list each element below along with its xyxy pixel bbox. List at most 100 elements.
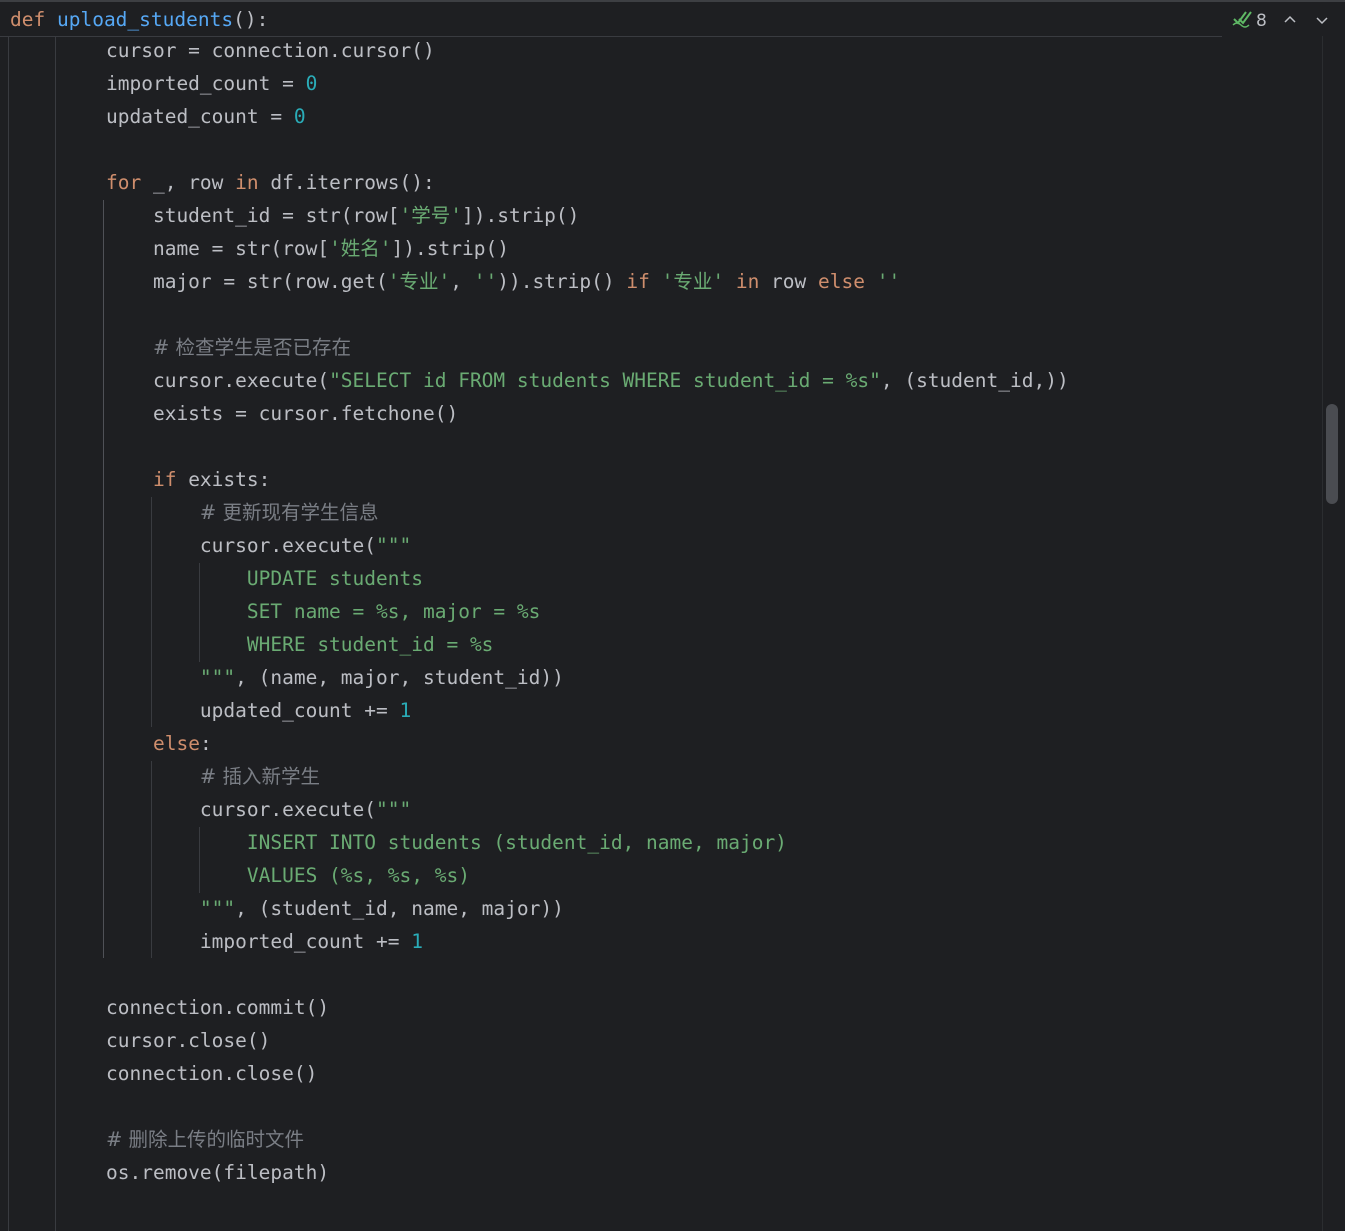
code-token-kw: if	[626, 270, 650, 293]
code-token-cm: # 检查学生是否已存在	[152, 336, 352, 359]
code-token: imported_count +=	[106, 930, 412, 953]
code-token-kw: in	[235, 171, 259, 194]
scrollbar-thumb[interactable]	[1326, 404, 1338, 504]
def-keyword: def	[10, 8, 46, 31]
function-name[interactable]: upload_students	[57, 8, 233, 31]
code-line[interactable]: updated_count = 0	[106, 100, 306, 133]
code-line[interactable]: VALUES (%s, %s, %s)	[106, 859, 470, 892]
code-line[interactable]: exists = cursor.fetchone()	[106, 397, 458, 430]
code-token-num: 0	[293, 105, 306, 128]
code-token-str: '学号'	[399, 204, 462, 227]
code-token: cursor.execute(	[106, 798, 377, 821]
code-token-num: 1	[411, 930, 423, 953]
code-line[interactable]: # 插入新学生	[106, 760, 320, 793]
code-line[interactable]: # 更新现有学生信息	[106, 496, 379, 529]
double-check-icon[interactable]	[1232, 8, 1254, 33]
sticky-header-line[interactable]: def upload_students():	[10, 8, 268, 31]
code-token-str: VALUES (%s, %s, %s)	[106, 864, 470, 887]
code-line[interactable]: UPDATE students	[106, 562, 423, 595]
code-token: student_id = str(row[	[106, 204, 400, 227]
code-line[interactable]: cursor.execute("""	[106, 793, 411, 826]
chevron-up-icon[interactable]	[1282, 10, 1298, 33]
code-token: major = str(row.get(	[106, 270, 388, 293]
code-line[interactable]: """, (name, major, student_id))	[106, 661, 564, 694]
code-token: :	[199, 732, 212, 755]
code-token: , (name, major, student_id))	[235, 666, 564, 689]
code-line[interactable]: cursor.execute("SELECT id FROM students …	[106, 364, 1069, 397]
code-line[interactable]: updated_count += 1	[106, 694, 411, 727]
code-token: connection.commit()	[106, 996, 330, 1019]
indent-guide	[55, 36, 56, 1231]
chevron-down-icon[interactable]	[1314, 10, 1330, 33]
code-token: updated_count =	[106, 105, 294, 128]
code-editor[interactable]: cursor = connection.cursor() imported_cou…	[0, 36, 1322, 1231]
function-signature-tail: ():	[233, 8, 269, 31]
code-line[interactable]: else:	[106, 727, 212, 760]
code-token-num: 1	[399, 699, 412, 722]
code-line[interactable]: cursor.execute("""	[106, 529, 411, 562]
code-token-kw: else	[152, 732, 200, 755]
code-token-kw: in	[735, 270, 760, 293]
code-line[interactable]: if exists:	[106, 463, 270, 496]
code-token-cm: # 插入新学生	[199, 765, 320, 788]
code-line[interactable]: for _, row in df.iterrows():	[106, 166, 435, 199]
code-line[interactable]: major = str(row.get('专业', '')).strip() i…	[106, 265, 900, 298]
code-token-cm: # 更新现有学生信息	[199, 501, 379, 524]
code-token-kw: if	[152, 468, 177, 491]
inspection-widget[interactable]: 8	[1222, 2, 1345, 36]
code-token-cm: # 删除上传的临时文件	[106, 1128, 305, 1151]
code-line[interactable]: # 删除上传的临时文件	[106, 1123, 304, 1156]
code-token-str: '姓名'	[329, 237, 392, 260]
code-line[interactable]: imported_count += 1	[106, 925, 423, 958]
code-token: cursor.execute(	[106, 369, 330, 392]
indent-guide	[8, 36, 9, 1231]
sticky-function-header[interactable]: def upload_students():	[0, 2, 1222, 37]
code-token-str: """	[106, 897, 236, 920]
code-line[interactable]: SET name = %s, major = %s	[106, 595, 541, 628]
code-token-str: ''	[876, 270, 901, 293]
code-line[interactable]: connection.close()	[106, 1057, 317, 1090]
code-line[interactable]: cursor = connection.cursor()	[106, 34, 435, 67]
inspection-count[interactable]: 8	[1256, 11, 1267, 31]
vertical-scrollbar[interactable]	[1322, 36, 1345, 1231]
indent-guide-active	[103, 200, 104, 958]
code-token-str: SET name = %s, major = %s	[106, 600, 541, 623]
code-line[interactable]: # 检查学生是否已存在	[106, 331, 351, 364]
code-token: df.iterrows():	[258, 171, 435, 194]
code-line[interactable]: name = str(row['姓名']).strip()	[106, 232, 509, 265]
code-token-str: '专业'	[661, 270, 725, 293]
code-token: cursor.execute(	[106, 534, 377, 557]
code-token: ]).strip()	[391, 237, 509, 260]
code-token: cursor = connection.cursor()	[106, 39, 435, 62]
code-token: connection.close()	[106, 1062, 318, 1085]
code-line[interactable]: imported_count = 0	[106, 67, 317, 100]
code-token-str: """	[106, 666, 236, 689]
code-token-str: ''	[473, 270, 498, 293]
code-token-kw: else	[818, 270, 865, 293]
code-line[interactable]: os.remove(filepath)	[106, 1156, 329, 1189]
code-token-str: WHERE student_id = %s	[106, 633, 494, 656]
code-token-str: '专业'	[387, 270, 451, 293]
code-line[interactable]: """, (student_id, name, major))	[106, 892, 564, 925]
code-token-str: UPDATE students	[106, 567, 423, 590]
code-token: ]).strip()	[461, 204, 580, 227]
code-token-str: "SELECT id FROM students WHERE student_i…	[329, 369, 881, 392]
code-line[interactable]: INSERT INTO students (student_id, name, …	[106, 826, 787, 859]
code-line[interactable]: cursor.close()	[106, 1024, 270, 1057]
code-token: , (student_id,))	[880, 369, 1069, 392]
code-token: )).strip()	[497, 270, 627, 293]
code-line[interactable]: student_id = str(row['学号']).strip()	[106, 199, 579, 232]
code-token: _, row	[141, 171, 236, 194]
code-token: , (student_id, name, major))	[235, 897, 564, 920]
code-token-str: """	[376, 534, 412, 557]
code-line[interactable]: WHERE student_id = %s	[106, 628, 494, 661]
code-token: exists = cursor.fetchone()	[106, 402, 459, 425]
code-line[interactable]: connection.commit()	[106, 991, 329, 1024]
